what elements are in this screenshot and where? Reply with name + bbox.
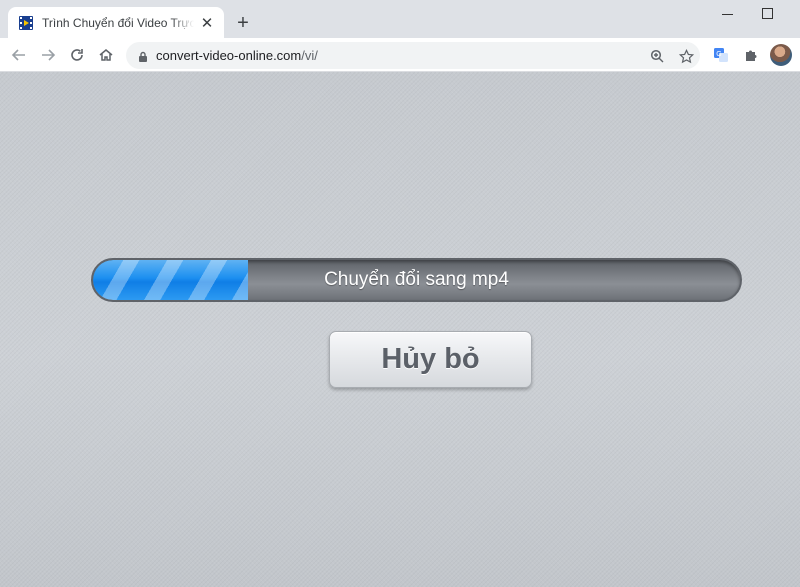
arrow-right-icon[interactable] xyxy=(37,44,59,66)
zoom-icon[interactable] xyxy=(648,47,666,65)
film-strip-icon xyxy=(18,15,34,31)
tab-title: Trình Chuyển đổi Video Trực tuyến xyxy=(42,15,194,30)
url-path: /vi/ xyxy=(301,48,318,63)
conversion-progress-bar: Chuyển đổi sang mp4 xyxy=(91,258,742,302)
browser-tab[interactable]: Trình Chuyển đổi Video Trực tuyến ✕ xyxy=(8,7,224,38)
tab-strip: Trình Chuyển đổi Video Trực tuyến ✕ + xyxy=(0,0,800,38)
url-text[interactable]: convert-video-online.com/vi/ xyxy=(156,48,318,63)
star-icon[interactable] xyxy=(677,47,695,65)
lock-icon[interactable] xyxy=(138,50,148,62)
browser-toolbar: convert-video-online.com/vi/ G xyxy=(0,38,800,72)
window-maximize-icon[interactable] xyxy=(762,8,773,19)
cancel-button[interactable]: Hủy bỏ xyxy=(329,331,532,388)
page-content: Chuyển đổi sang mp4 Hủy bỏ xyxy=(0,72,800,587)
avatar[interactable] xyxy=(770,44,792,66)
close-icon[interactable]: ✕ xyxy=(198,14,216,32)
plus-icon[interactable]: + xyxy=(233,12,253,34)
reload-icon[interactable] xyxy=(66,44,88,66)
google-translate-icon[interactable]: G xyxy=(710,44,732,66)
progress-label: Chuyển đổi sang mp4 xyxy=(324,269,509,290)
url-host: convert-video-online.com xyxy=(156,48,302,63)
puzzle-icon[interactable] xyxy=(740,44,762,66)
home-icon[interactable] xyxy=(95,44,117,66)
arrow-left-icon[interactable] xyxy=(8,44,30,66)
window-minimize-icon[interactable] xyxy=(719,8,737,22)
svg-text:G: G xyxy=(716,51,721,58)
address-bar[interactable]: convert-video-online.com/vi/ xyxy=(126,42,700,69)
